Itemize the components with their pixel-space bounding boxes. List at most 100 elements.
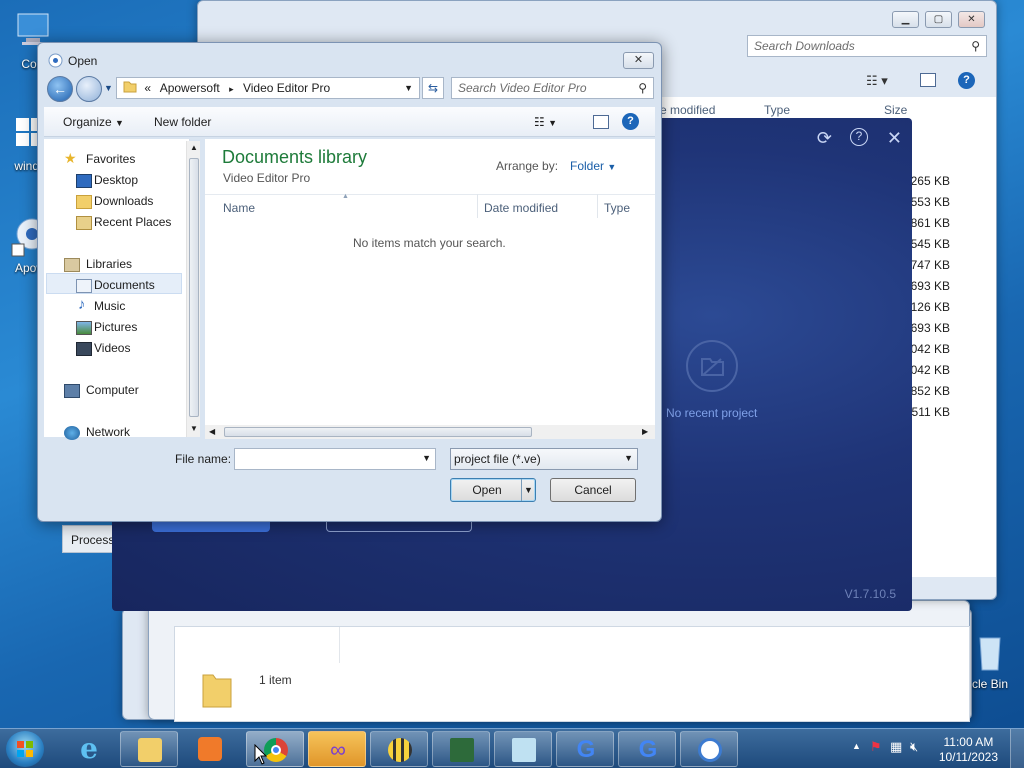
- view-options-icon[interactable]: ☷ ▼: [534, 115, 557, 129]
- volume-muted-icon[interactable]: 🔇︎: [910, 739, 918, 755]
- process-label: Process: [71, 533, 115, 547]
- help-icon[interactable]: ?: [622, 113, 639, 130]
- clock-date: 10/11/2023: [938, 750, 998, 764]
- breadcrumb-overflow[interactable]: «: [144, 81, 151, 95]
- scrollbar-thumb[interactable]: [224, 427, 532, 437]
- clock-time: 11:00 AM: [943, 735, 994, 749]
- breadcrumb-video-editor-pro[interactable]: Video Editor Pro: [243, 81, 330, 95]
- nav-favorites[interactable]: Favorites: [86, 152, 135, 166]
- chevron-down-icon: ▼: [115, 118, 124, 128]
- organize-menu[interactable]: Organize ▼: [63, 115, 124, 129]
- column-header-size[interactable]: Size: [884, 103, 907, 117]
- column-header-name[interactable]: Name: [223, 201, 255, 215]
- folder-icon: [138, 738, 162, 762]
- column-header-date[interactable]: e modified: [660, 103, 715, 117]
- file-name-dropdown-icon[interactable]: ▼: [422, 453, 431, 463]
- action-center-icon[interactable]: ⚑: [870, 739, 882, 755]
- scrollbar-thumb[interactable]: [189, 158, 199, 417]
- system-tray: ▲ ⚑ ▦ 🔇︎ 11:00 AM 10/11/2023: [844, 729, 1024, 768]
- sort-arrow-icon: ▲: [342, 193, 349, 200]
- library-title: Documents library: [222, 147, 368, 167]
- back-button[interactable]: ←: [47, 76, 73, 102]
- desktop-icon-label: cle Bin: [971, 677, 1009, 691]
- open-split-arrow-icon[interactable]: ▼: [521, 479, 535, 501]
- network-tray-icon[interactable]: ▦: [890, 739, 902, 755]
- close-icon[interactable]: ✕: [887, 128, 902, 149]
- feedback-icon[interactable]: ⟳: [817, 128, 832, 149]
- help-circle-icon[interactable]: ?: [850, 128, 868, 146]
- scroll-up-arrow-icon[interactable]: ▲: [190, 143, 198, 152]
- column-header-type[interactable]: Type: [764, 103, 790, 117]
- nav-computer[interactable]: Computer: [86, 383, 139, 397]
- open-button[interactable]: Open ▼: [450, 478, 536, 502]
- downloads-search-input[interactable]: Search Downloads ⚲: [747, 35, 987, 57]
- arrange-by-dropdown[interactable]: Folder ▼: [570, 159, 616, 173]
- help-icon[interactable]: ?: [958, 72, 975, 89]
- breadcrumb-separator-icon[interactable]: ▸: [229, 84, 234, 94]
- new-folder-button[interactable]: New folder: [154, 115, 211, 129]
- scroll-left-arrow-icon[interactable]: ◀: [209, 427, 215, 436]
- file-list-area: Documents library Video Editor Pro Arran…: [205, 139, 655, 425]
- taskbar-notepad[interactable]: [494, 731, 552, 767]
- nav-videos[interactable]: Videos: [94, 341, 130, 355]
- taskbar-infinity-app[interactable]: ∞: [308, 731, 366, 767]
- chevron-down-icon: ▼: [624, 453, 633, 463]
- column-header-type[interactable]: Type: [604, 201, 630, 215]
- taskbar-task-manager[interactable]: [432, 731, 490, 767]
- organize-label: Organize: [63, 115, 112, 129]
- file-list-hscrollbar[interactable]: ◀ ▶: [205, 425, 655, 439]
- address-bar[interactable]: « Apowersoft ▸ Video Editor Pro ▼: [116, 77, 420, 99]
- nav-pictures[interactable]: Pictures: [94, 320, 137, 334]
- refresh-button[interactable]: ⇆: [422, 77, 444, 99]
- nav-pane-scrollbar[interactable]: ▲ ▼: [186, 141, 200, 437]
- bee-icon: [388, 738, 412, 762]
- taskbar-media-player[interactable]: [198, 737, 222, 761]
- recent-pages-chevron-icon[interactable]: ▼: [104, 83, 113, 93]
- file-name-input[interactable]: ▼: [234, 448, 436, 470]
- scroll-right-arrow-icon[interactable]: ▶: [642, 427, 648, 436]
- taskbar-google-1[interactable]: G: [556, 731, 614, 767]
- nav-desktop[interactable]: Desktop: [94, 173, 138, 187]
- nav-libraries[interactable]: Libraries: [86, 257, 132, 271]
- desktop-icon: [76, 174, 92, 188]
- nav-recent-places[interactable]: Recent Places: [94, 215, 171, 229]
- close-button[interactable]: ✕: [958, 11, 985, 28]
- arrange-by-value: Folder: [570, 159, 605, 173]
- maximize-button[interactable]: ▢: [925, 11, 952, 28]
- nav-documents[interactable]: Documents: [94, 278, 155, 292]
- dialog-close-button[interactable]: ✕: [623, 52, 654, 69]
- notepad-icon: [512, 738, 536, 762]
- nav-downloads[interactable]: Downloads: [94, 194, 153, 208]
- preview-pane-icon[interactable]: [920, 73, 936, 87]
- library-subtitle: Video Editor Pro: [223, 171, 311, 185]
- cancel-button[interactable]: Cancel: [550, 478, 636, 502]
- address-dropdown-icon[interactable]: ▼: [404, 83, 413, 93]
- file-type-select[interactable]: project file (*.ve) ▼: [450, 448, 638, 470]
- taskbar-explorer[interactable]: [120, 731, 178, 767]
- taskbar-video-editor[interactable]: [680, 731, 738, 767]
- start-button[interactable]: [6, 731, 44, 767]
- breadcrumb-apowersoft[interactable]: Apowersoft: [160, 81, 220, 95]
- app-logo-icon: [48, 53, 63, 68]
- show-hidden-icons-icon[interactable]: ▲: [852, 741, 861, 751]
- column-header-date-modified[interactable]: Date modified: [484, 201, 558, 215]
- recent-places-icon: [76, 216, 92, 230]
- dialog-search-input[interactable]: Search Video Editor Pro ⚲: [451, 77, 654, 99]
- show-desktop-button[interactable]: [1010, 729, 1024, 768]
- nav-music[interactable]: Music: [94, 299, 125, 313]
- ie-icon[interactable]: e: [72, 733, 106, 765]
- column-separator[interactable]: [597, 194, 598, 218]
- open-button-label: Open: [472, 483, 502, 497]
- minimize-button[interactable]: ▁: [892, 11, 919, 28]
- scroll-down-arrow-icon[interactable]: ▼: [190, 424, 198, 433]
- view-options-icon[interactable]: ☷ ▾: [866, 73, 888, 89]
- taskbar-bee-app[interactable]: [370, 731, 428, 767]
- search-icon: ⚲: [971, 39, 980, 53]
- nav-network[interactable]: Network: [86, 425, 130, 439]
- clock[interactable]: 11:00 AM 10/11/2023: [939, 735, 998, 765]
- header-divider: [205, 194, 655, 195]
- column-separator[interactable]: [477, 194, 478, 218]
- taskbar-google-2[interactable]: G: [618, 731, 676, 767]
- preview-pane-icon[interactable]: [593, 115, 609, 129]
- forward-button[interactable]: [76, 76, 102, 102]
